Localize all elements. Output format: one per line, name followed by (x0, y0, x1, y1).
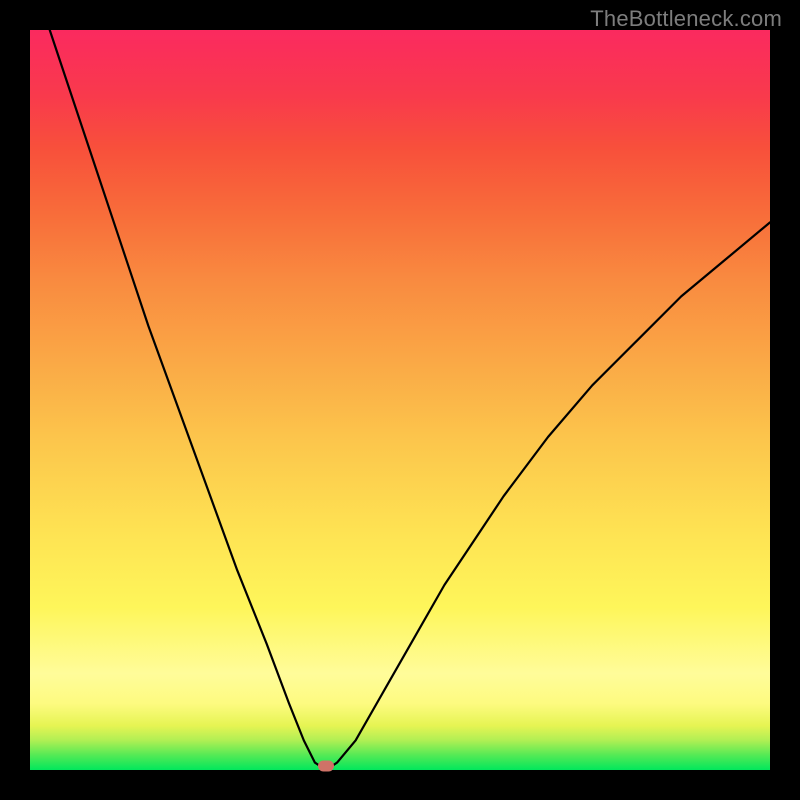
watermark-text: TheBottleneck.com (590, 6, 782, 32)
minimum-marker (318, 761, 334, 772)
chart-frame: TheBottleneck.com (0, 0, 800, 800)
bottleneck-curve (30, 30, 770, 770)
